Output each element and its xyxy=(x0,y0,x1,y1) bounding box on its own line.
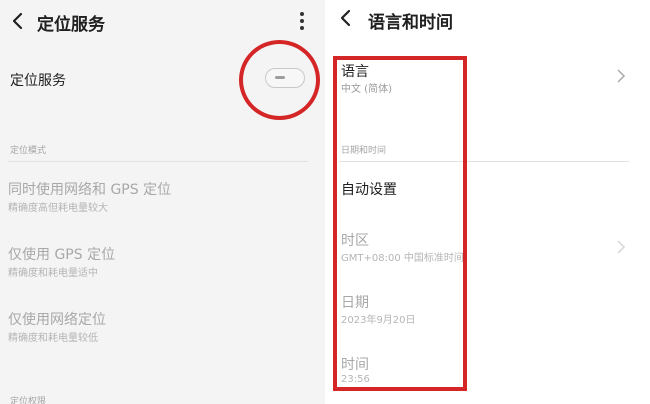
location-service-label: 定位服务 xyxy=(10,73,66,89)
divider xyxy=(8,161,308,162)
mode-network-gps-subtitle: 精确度高但耗电量较大 xyxy=(8,203,108,214)
page-title: 语言和时间 xyxy=(368,13,453,33)
more-options-icon[interactable] xyxy=(294,10,310,34)
back-arrow-icon[interactable] xyxy=(334,6,358,30)
section-header-location-mode: 定位模式 xyxy=(10,146,47,156)
mode-network-only-subtitle: 精确度和耗电量较低 xyxy=(8,333,98,344)
mode-network-only-title[interactable]: 仅使用网络定位 xyxy=(8,309,106,329)
highlight-rectangle xyxy=(333,56,467,391)
highlight-circle xyxy=(239,40,320,120)
chevron-right-icon xyxy=(617,69,626,83)
location-services-screen: 定位服务 定位服务 定位模式 同时使用网络和 GPS 定位 精确度高但耗电量较大… xyxy=(0,0,325,404)
section-header-location-permission: 定位权限 xyxy=(10,397,47,404)
mode-network-gps-title[interactable]: 同时使用网络和 GPS 定位 xyxy=(8,179,171,199)
mode-gps-only-subtitle: 精确度和耗电量适中 xyxy=(8,268,98,279)
mode-gps-only-title[interactable]: 仅使用 GPS 定位 xyxy=(8,244,115,264)
chevron-right-icon xyxy=(617,240,626,254)
page-title: 定位服务 xyxy=(37,15,105,35)
back-arrow-icon[interactable] xyxy=(6,9,30,33)
